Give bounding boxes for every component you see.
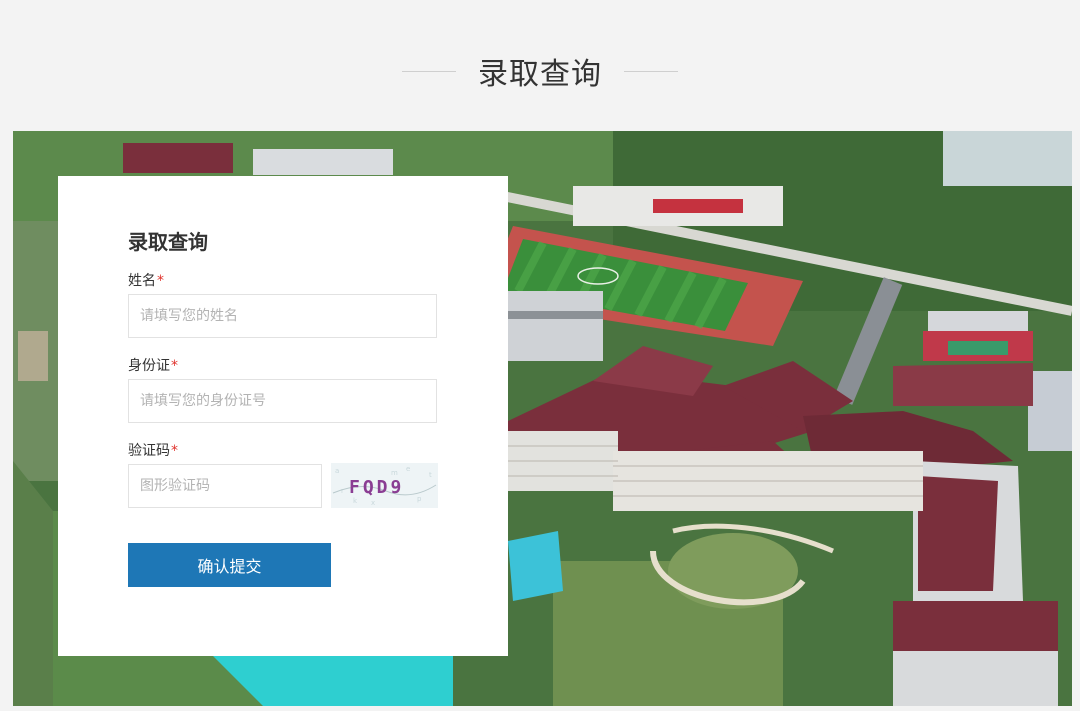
id-card-label: 身份证* xyxy=(128,355,178,375)
id-card-label-text: 身份证 xyxy=(128,358,170,374)
svg-text:m: m xyxy=(391,469,398,477)
submit-button[interactable]: 确认提交 xyxy=(128,543,331,587)
required-mark: * xyxy=(157,273,164,289)
captcha-text: FQD9 xyxy=(349,477,404,498)
name-input[interactable] xyxy=(128,294,437,338)
captcha-image[interactable]: akm ptx er FQD9 xyxy=(331,463,438,508)
svg-text:p: p xyxy=(417,495,422,503)
name-label: 姓名* xyxy=(128,270,164,290)
name-label-text: 姓名 xyxy=(128,273,156,289)
captcha-label-text: 验证码 xyxy=(128,443,170,459)
header-divider-left xyxy=(402,70,456,72)
captcha-label: 验证码* xyxy=(128,440,178,460)
svg-text:e: e xyxy=(406,465,410,473)
svg-text:a: a xyxy=(335,467,339,475)
svg-text:r: r xyxy=(341,487,344,495)
section-header: 录取查询 xyxy=(0,48,1080,94)
section-title: 录取查询 xyxy=(478,57,602,92)
svg-text:x: x xyxy=(371,499,375,507)
header-divider-right xyxy=(624,70,678,72)
form-title: 录取查询 xyxy=(128,230,208,254)
admission-query-form: 录取查询 姓名* 身份证* 验证码* akm ptx er FQD9 确认提交 xyxy=(58,176,508,656)
required-mark: * xyxy=(171,443,178,459)
required-mark: * xyxy=(171,358,178,374)
captcha-input[interactable] xyxy=(128,464,322,508)
id-card-input[interactable] xyxy=(128,379,437,423)
svg-text:t: t xyxy=(429,471,432,479)
